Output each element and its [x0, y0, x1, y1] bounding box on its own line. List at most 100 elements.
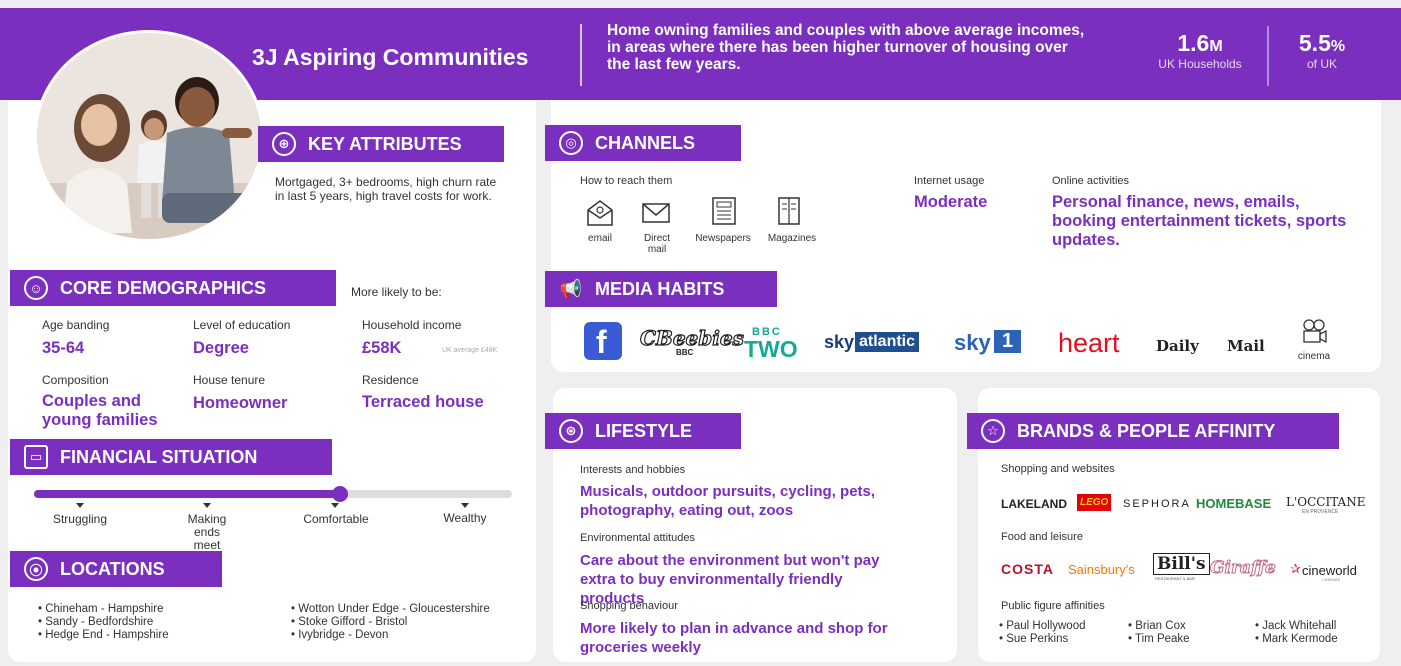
- tick-making-ends-meet: [203, 503, 211, 508]
- stat-share-label: of UK: [1306, 57, 1337, 71]
- key-attributes-text: Mortgaged, 3+ bedrooms, high churn rate …: [275, 175, 497, 203]
- tenure-label: House tenure: [193, 373, 266, 387]
- education-label: Level of education: [193, 318, 291, 332]
- globe-icon: ⊛: [559, 419, 583, 443]
- fin-label-making-ends-meet: Making ends meet: [187, 512, 227, 552]
- bbc-two-logo: TWO: [744, 336, 798, 362]
- public-figures-label: Public figure affinities: [1001, 600, 1105, 612]
- giraffe-logo: Giraffe: [1210, 558, 1277, 579]
- public-figure: • Sue Perkins: [999, 633, 1069, 645]
- lifestyle-header: ⊛ LIFESTYLE: [545, 413, 741, 449]
- locations-column-2: • Wotton Under Edge - Gloucestershire • …: [291, 603, 490, 642]
- online-activities-label: Online activities: [1052, 175, 1130, 187]
- tenure-value: Homeowner: [193, 394, 288, 412]
- public-figure: • Tim Peake: [1128, 633, 1190, 645]
- composition-label: Composition: [42, 373, 109, 387]
- channel-email: [583, 196, 617, 230]
- stat-share-value: 5.5%: [1298, 30, 1346, 56]
- daily-mail-logo: Mail: [1227, 337, 1265, 355]
- sky-atlantic-logo: atlantic: [855, 332, 920, 352]
- locations-header: ⦿ LOCATIONS: [10, 551, 222, 587]
- header-divider: [580, 24, 582, 86]
- costa-logo: COSTA: [1001, 561, 1054, 577]
- income-note: UK average £48K: [442, 347, 498, 354]
- lifestyle-title: LIFESTYLE: [595, 420, 693, 441]
- channel-direct-mail-label: Direct mail: [643, 233, 671, 255]
- segment-description: Home owning families and couples with ab…: [607, 22, 1085, 73]
- location-item: • Sandy - Bedfordshire: [38, 616, 154, 628]
- composition-value: Couples and young families: [42, 392, 158, 429]
- newspaper-icon: [707, 194, 741, 228]
- star-icon: ☆: [981, 419, 1005, 443]
- tick-wealthy: [461, 503, 469, 508]
- channel-magazines: [772, 194, 806, 228]
- email-icon: [583, 196, 617, 230]
- core-demographics-title: CORE DEMOGRAPHICS: [60, 277, 267, 298]
- sainsburys-logo: Sainsbury's: [1068, 562, 1135, 577]
- people-column-1: • Paul Hollywood • Sue Perkins: [999, 620, 1086, 646]
- location-item: • Chineham - Hampshire: [38, 603, 164, 615]
- people-column-3: • Jack Whitehall • Mark Kermode: [1255, 620, 1338, 646]
- cinema-icon: [1300, 318, 1328, 351]
- age-banding-value: 35-64: [42, 339, 85, 357]
- shopping-websites-label: Shopping and websites: [1001, 463, 1115, 475]
- locations-column-1: • Chineham - Hampshire • Sandy - Bedford…: [38, 603, 169, 642]
- facebook-logo-text: f: [596, 324, 607, 360]
- lakeland-logo: LAKELAND: [1001, 497, 1067, 511]
- internet-usage-value: Moderate: [914, 193, 988, 211]
- channel-newspapers: [707, 194, 741, 228]
- education-value: Degree: [193, 339, 249, 357]
- brands-header: ☆ BRANDS & PEOPLE AFFINITY: [967, 413, 1339, 449]
- environment-label: Environmental attitudes: [580, 532, 695, 544]
- stat-households-label: UK Households: [1158, 57, 1242, 71]
- heart-logo: heart: [1058, 328, 1120, 358]
- stat-share: 5.5% of UK: [1272, 30, 1372, 71]
- cinema-label: cinema: [1297, 351, 1331, 362]
- bills-logo: Bill's: [1153, 553, 1210, 575]
- wallet-icon: ▭: [24, 445, 48, 469]
- lego-logo: LEGO: [1077, 494, 1112, 511]
- map-pin-icon: ⦿: [24, 557, 48, 581]
- channel-direct-mail: [639, 196, 673, 230]
- residence-value: Terraced house: [362, 393, 484, 411]
- income-value: £58K: [362, 339, 402, 357]
- target-icon: ◎: [559, 131, 583, 155]
- magazine-icon: [772, 194, 806, 228]
- public-figure: • Mark Kermode: [1255, 633, 1338, 645]
- sephora-logo: SEPHORA: [1123, 498, 1191, 510]
- tick-comfortable: [331, 503, 339, 508]
- channels-title: CHANNELS: [595, 132, 696, 153]
- location-item: • Stoke Gifford - Bristol: [291, 616, 408, 628]
- online-activities-value: Personal finance, news, emails, booking …: [1052, 193, 1347, 249]
- fin-label-struggling: Struggling: [52, 512, 108, 526]
- residence-label: Residence: [362, 373, 419, 387]
- public-figure: • Jack Whitehall: [1255, 620, 1337, 632]
- segment-title: 3J Aspiring Communities: [252, 44, 529, 70]
- shopping-behaviour-value: More likely to plan in advance and shop …: [580, 620, 888, 656]
- family-illustration: [37, 33, 261, 239]
- internet-usage-label: Internet usage: [914, 175, 985, 187]
- media-habits-header: 📢 MEDIA HABITS: [545, 271, 777, 307]
- bills-sub: RESTAURANT & BAR: [1155, 576, 1195, 581]
- stat-households: 1.6M UK Households: [1140, 30, 1260, 71]
- homebase-logo: HOMEBASE: [1196, 496, 1272, 511]
- loccitane-logo: L'OCCITANE: [1286, 495, 1366, 509]
- core-demographics-header: ☺ CORE DEMOGRAPHICS: [10, 270, 336, 306]
- locations-title: LOCATIONS: [60, 558, 165, 579]
- shopping-behaviour-label: Shopping behaviour: [580, 600, 678, 612]
- interests-value: Musicals, outdoor pursuits, cycling, pet…: [580, 483, 876, 519]
- how-to-reach-label: How to reach them: [580, 175, 673, 187]
- location-item: • Hedge End - Hampshire: [38, 629, 169, 641]
- cbeebies-logo: CBeebies: [639, 325, 744, 350]
- sky-one-logo: 1: [994, 330, 1022, 353]
- age-banding-label: Age banding: [42, 318, 110, 332]
- fin-label-comfortable: Comfortable: [303, 512, 369, 526]
- cineworld-logo: cineworld: [1302, 563, 1357, 578]
- income-label: Household income: [362, 318, 462, 332]
- key-attributes-title: KEY ATTRIBUTES: [308, 133, 462, 154]
- channel-email-label: email: [588, 233, 612, 244]
- envelope-icon: [639, 196, 673, 230]
- daily-mail-daily: Daily: [1156, 337, 1199, 355]
- person-icon: ☺: [24, 276, 48, 300]
- stat-households-value: 1.6M: [1177, 30, 1223, 56]
